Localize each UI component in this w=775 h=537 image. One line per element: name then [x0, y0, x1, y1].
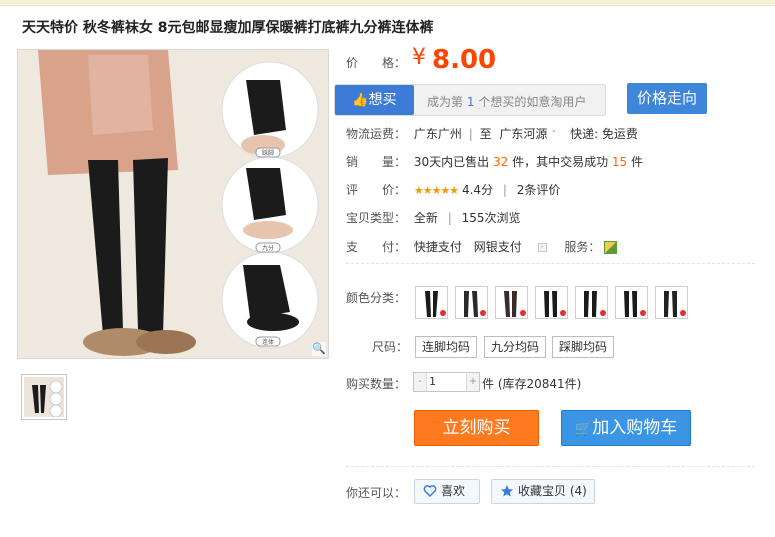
price-row: 价 格： — [346, 54, 406, 71]
size-option-jiufen[interactable]: 九分均码 — [484, 336, 547, 358]
payment-quick: 快捷支付 — [413, 240, 462, 254]
also-row: 你还可以： — [346, 484, 406, 501]
like-button[interactable]: 喜欢 — [414, 479, 480, 504]
type-label: 宝贝类型： — [346, 211, 407, 225]
sales-prefix: 30天内已售出 — [413, 155, 490, 169]
zoom-icon[interactable]: 🔍 — [312, 342, 326, 356]
quantity-input[interactable]: 1 — [429, 373, 436, 391]
type-row: 宝贝类型： 全新 | 155次浏览 — [346, 209, 520, 226]
color-swatch-5[interactable] — [575, 286, 608, 319]
color-swatch-4[interactable] — [535, 286, 568, 319]
cart-icon: 🛒 — [574, 421, 593, 437]
label-liantí: 连体 — [262, 338, 274, 346]
product-photo: 踩脚 九分 连体 — [18, 50, 328, 358]
color-swatch-6[interactable] — [615, 286, 648, 319]
color-swatch-3[interactable] — [495, 286, 528, 319]
size-label: 尺码： — [372, 340, 409, 354]
price-label: 价 格： — [346, 56, 407, 70]
rating-row: 评 价： ★★★★★ 4.4分 | 2条评价 — [346, 181, 560, 198]
service-label: 服务： — [564, 240, 601, 254]
sales-mid: 件，其中交易成功 — [512, 155, 609, 169]
want-count: 1 — [466, 95, 475, 109]
color-swatch-1[interactable] — [415, 286, 448, 319]
sales-suffix: 件 — [631, 155, 644, 169]
color-row: 颜色分类： — [346, 289, 406, 306]
product-title: 天天特价 秋冬裤袜女 8元包邮显瘦加厚保暖裤打底裤九分裤连体裤 — [22, 20, 434, 36]
stock-text: 件 (库存20841件) — [482, 377, 582, 391]
expand-icon[interactable]: - — [537, 243, 547, 252]
payment-bank: 网银支付 — [473, 240, 522, 254]
payment-row: 支 付： 快捷支付 网银支付 - 服务： — [346, 238, 618, 255]
quantity-label: 购买数量： — [346, 377, 407, 391]
rating-score: 4.4分 — [461, 183, 494, 197]
quantity-decrease-button[interactable]: - — [414, 373, 427, 391]
price-value: 8.00 — [432, 45, 497, 75]
quantity-stepper: - 1 + — [413, 372, 480, 392]
color-swatch-2[interactable] — [455, 286, 488, 319]
shipping-row: 物流运费： 广东广州 | 至 广东河源 ˇ 快递: 免运费 — [346, 125, 638, 142]
sales-label: 销 量： — [346, 155, 407, 169]
size-option-caijiao[interactable]: 踩脚均码 — [552, 336, 615, 358]
ship-sep: | — [468, 127, 473, 141]
chevron-down-icon: ˇ — [551, 130, 557, 141]
payment-label: 支 付： — [346, 240, 407, 254]
favorite-button[interactable]: 收藏宝贝 (4) — [491, 479, 595, 504]
sales-row: 销 量： 30天内已售出 32 件，其中交易成功 15 件 — [346, 153, 643, 170]
reviews-link[interactable]: 2条评价 — [517, 183, 561, 197]
ship-fee: 快递: 免运费 — [570, 127, 638, 141]
size-row: 尺码： — [372, 338, 408, 355]
divider-2 — [346, 466, 755, 467]
ship-to-select[interactable]: 广东河源 ˇ — [499, 127, 560, 141]
color-swatch-7[interactable] — [655, 286, 688, 319]
sales-success-count: 15 — [611, 155, 628, 169]
thumbnail-image[interactable] — [21, 374, 67, 420]
price-currency: ¥ — [412, 45, 426, 70]
buy-now-button[interactable]: 立刻购买 — [414, 410, 539, 446]
ship-to-prefix: 至 — [479, 127, 492, 141]
star-icon — [501, 485, 513, 497]
view-count: 155次浏览 — [461, 211, 521, 225]
divider-1 — [346, 263, 755, 264]
heart-icon — [423, 485, 437, 498]
thumbnail-photo — [24, 377, 64, 417]
main-product-image[interactable]: 踩脚 九分 连体 🔍 — [17, 49, 329, 359]
quantity-row: 购买数量： — [346, 375, 406, 392]
service-icon[interactable] — [604, 241, 618, 254]
shipping-label: 物流运费： — [346, 127, 407, 141]
ship-from: 广东广州 — [413, 127, 462, 141]
want-button[interactable]: 👍想买 — [335, 85, 414, 115]
thumb-up-icon: 👍 — [352, 93, 369, 108]
type-value: 全新 — [413, 211, 438, 225]
rating-sep: | — [502, 183, 507, 197]
color-label: 颜色分类： — [346, 291, 407, 305]
rating-label: 评 价： — [346, 183, 407, 197]
also-label: 你还可以： — [346, 486, 407, 500]
quantity-increase-button[interactable]: + — [466, 373, 479, 391]
want-count-text: 成为第 1 个想买的如意淘用户 — [427, 95, 587, 109]
rating-stars-icon: ★★★★★ — [413, 184, 459, 197]
top-bar — [0, 0, 775, 6]
label-caijiao: 踩脚 — [262, 149, 274, 157]
add-to-cart-button[interactable]: 🛒加入购物车 — [561, 410, 691, 446]
sales-sold-count: 32 — [492, 155, 509, 169]
want-box: 👍想买 成为第 1 个想买的如意淘用户 — [334, 84, 606, 116]
label-jiufen: 九分 — [262, 244, 274, 252]
price-trend-button[interactable]: 价格走向 — [627, 83, 707, 114]
size-option-lianjiao[interactable]: 连脚均码 — [415, 336, 478, 358]
type-sep: | — [447, 211, 452, 225]
